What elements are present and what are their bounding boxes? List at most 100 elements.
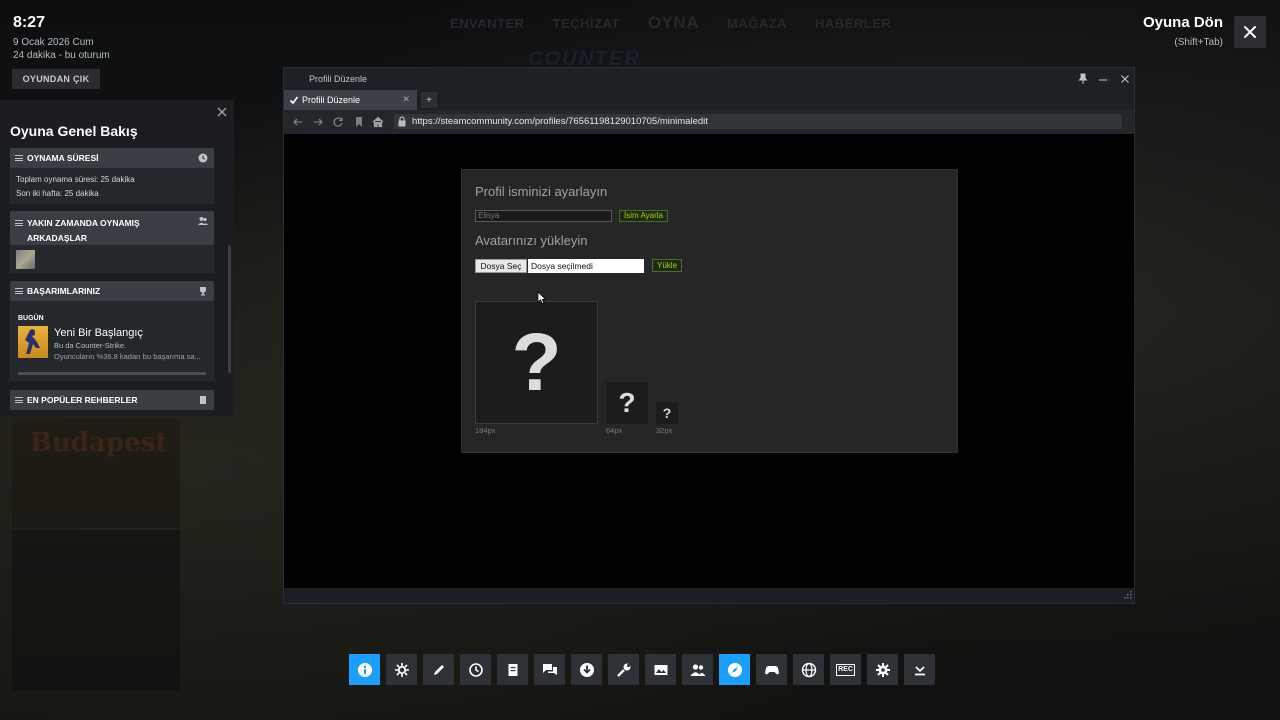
achievements-header[interactable]: BAŞARIMLARINIZ (10, 281, 214, 301)
toolbar-web-button[interactable] (793, 654, 824, 685)
browser-urlbar: https://steamcommunity.com/profiles/7656… (284, 110, 1134, 134)
name-heading: Profil isminizi ayarlayın (475, 184, 608, 199)
overlay-toolbar: REC (349, 654, 935, 686)
new-tab-button[interactable]: + (421, 92, 437, 108)
panel-scrollbar[interactable] (228, 245, 231, 373)
guides-header[interactable]: EN POPÜLER REHBERLER (10, 390, 214, 410)
recent-icon (468, 662, 483, 677)
achievement-percent: Oyuncuların %36.8 kadarı bu başarıma sa.… (54, 352, 201, 361)
browser-tabbar: Profili Düzenle ✕ + (284, 90, 1134, 110)
chat-icon (542, 663, 557, 675)
toolbar-recent-button[interactable] (460, 654, 491, 685)
browser-window: Profili Düzenle Profili Düzenle ✕ + http… (283, 67, 1135, 604)
toolbar-screenshots-button[interactable] (645, 654, 676, 685)
avatar-size-label: 64px (606, 426, 623, 435)
set-name-button[interactable]: İsim Ayarla (619, 210, 668, 222)
mouse-cursor-icon (537, 291, 547, 304)
recent-playtime: Son iki hafta: 25 dakika (16, 189, 99, 198)
refresh-icon[interactable] (332, 116, 344, 128)
controller-icon (764, 665, 779, 674)
game-bg-card-2 (12, 530, 180, 690)
recent-friends-header[interactable]: YAKIN ZAMANDA OYNAMIŞ ARKADAŞLAR (10, 211, 214, 245)
quit-game-button[interactable]: OYUNDAN ÇIK (12, 69, 100, 89)
achievement-scrollbar[interactable] (18, 372, 206, 375)
pin-icon[interactable] (1077, 73, 1089, 85)
guide-icon (200, 396, 206, 404)
close-icon[interactable] (1119, 73, 1131, 85)
session-duration: 24 dakika - bu oturum (13, 50, 110, 61)
toolbar-guides-button[interactable] (497, 654, 528, 685)
drag-handle-icon[interactable] (15, 397, 23, 403)
settings-icon (875, 662, 890, 677)
toolbar-info-button[interactable] (349, 654, 380, 685)
guides-section: EN POPÜLER REHBERLER (10, 390, 214, 410)
drag-handle-icon[interactable] (15, 220, 23, 226)
toolbar-settings-button[interactable] (867, 654, 898, 685)
toolbar-friends-button[interactable] (682, 654, 713, 685)
home-icon[interactable] (372, 116, 384, 128)
game-nav-background: ENVANTER TEÇHİZAT OYNA MAĞAZA HABERLER (450, 12, 891, 34)
achievement-title: Yeni Bir Başlangıç (54, 327, 143, 339)
game-bg-card-title: Budapest (30, 428, 168, 458)
bookmark-icon[interactable] (353, 116, 365, 128)
notes-icon (433, 664, 444, 675)
close-panel-icon[interactable] (216, 106, 228, 118)
total-playtime: Toplam oynama süresi: 25 dakika (16, 175, 135, 184)
forward-icon[interactable] (312, 116, 324, 128)
choose-file-button[interactable]: Dosya Seç (475, 259, 527, 273)
game-nav-item: OYNA (647, 13, 699, 32)
browser-titlebar[interactable]: Profili Düzenle (284, 68, 1134, 90)
recent-friends-heading: YAKIN ZAMANDA OYNAMIŞ ARKADAŞLAR (27, 218, 140, 243)
drag-handle-icon[interactable] (15, 155, 23, 161)
avatar-heading: Avatarınızı yükleyin (475, 233, 588, 248)
return-to-game-hint: (Shift+Tab) (1174, 37, 1223, 48)
clock-icon (198, 153, 208, 163)
game-nav-item: MAĞAZA (726, 15, 788, 31)
profile-name-input[interactable]: Elisya (475, 210, 612, 222)
friend-avatar[interactable] (16, 250, 35, 269)
browser-content: Profil isminizi ayarlayın Elisya İsim Ay… (284, 134, 1134, 588)
resize-grip-icon[interactable] (1122, 591, 1132, 601)
toolbar-achievements-button[interactable] (386, 654, 417, 685)
toolbar-controller-button[interactable] (756, 654, 787, 685)
playtime-header[interactable]: OYNAMA SÜRESİ (10, 148, 214, 168)
toolbar-chat-button[interactable] (534, 654, 565, 685)
tools-icon (616, 663, 630, 677)
toolbar-browser-button[interactable] (719, 654, 750, 685)
playtime-heading: OYNAMA SÜRESİ (27, 153, 99, 163)
toolbar-downloads-button[interactable] (571, 654, 602, 685)
tab-close-icon[interactable]: ✕ (402, 94, 410, 105)
avatar-preview-large: ? (475, 301, 598, 424)
achievements-heading: BAŞARIMLARINIZ (27, 286, 101, 296)
browser-statusbar (284, 588, 1134, 603)
avatar-preview-small: ? (656, 402, 678, 424)
minimize-icon[interactable] (1097, 73, 1109, 85)
url-input[interactable]: https://steamcommunity.com/profiles/7656… (394, 114, 1122, 129)
clock-time: 8:27 (13, 14, 46, 31)
toolbar-collapse-button[interactable] (904, 654, 935, 685)
drag-handle-icon[interactable] (15, 288, 23, 294)
upload-button[interactable]: Yükle (652, 259, 683, 272)
tab-profile-edit[interactable]: Profili Düzenle ✕ (284, 90, 417, 110)
tab-label: Profili Düzenle (302, 95, 361, 105)
window-title: Profili Düzenle (309, 74, 368, 84)
downloads-icon (579, 662, 594, 677)
lock-icon (398, 116, 406, 127)
avatar-size-label: 32px (656, 426, 673, 435)
info-icon (357, 662, 372, 677)
game-overview-panel: Oyuna Genel Bakış OYNAMA SÜRESİ Toplam o… (0, 100, 234, 416)
trophy-icon (200, 287, 206, 296)
close-overlay-button[interactable] (1234, 16, 1266, 48)
soldier-icon (25, 329, 40, 354)
avatar-preview-medium: ? (606, 382, 648, 424)
achievement-description: Bu da Counter-Strike. (54, 341, 127, 350)
toolbar-tools-button[interactable] (608, 654, 639, 685)
achievements-icon (394, 662, 409, 677)
game-nav-item: ENVANTER (450, 15, 525, 31)
game-nav-item: TEÇHİZAT (552, 15, 620, 31)
achievement-date-label: BUGÜN (18, 315, 44, 322)
toolbar-notes-button[interactable] (423, 654, 454, 685)
toolbar-recording-button[interactable]: REC (830, 654, 861, 685)
back-icon[interactable] (292, 116, 304, 128)
close-icon (1244, 26, 1256, 38)
